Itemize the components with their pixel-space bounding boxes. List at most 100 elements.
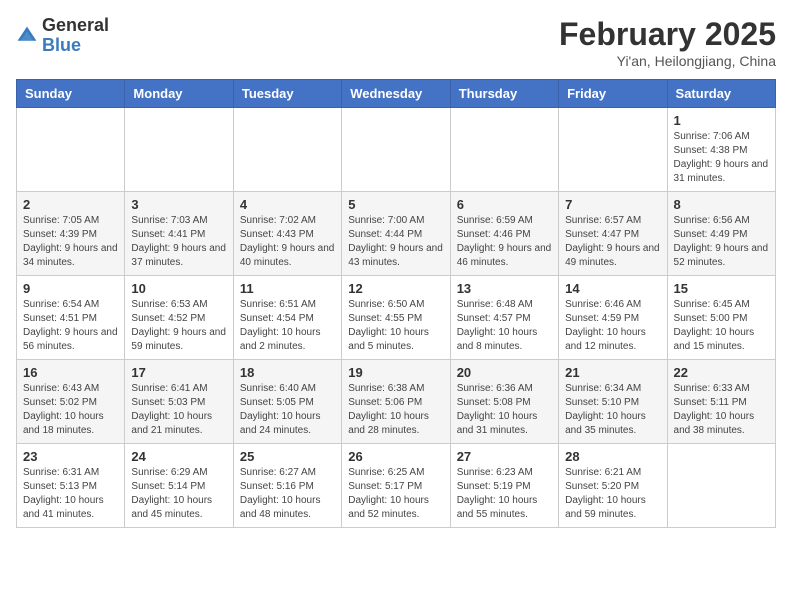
day-info: Sunrise: 6:53 AM Sunset: 4:52 PM Dayligh… bbox=[131, 298, 226, 354]
day-number: 12 bbox=[348, 281, 443, 296]
day-info: Sunrise: 7:02 AM Sunset: 4:43 PM Dayligh… bbox=[240, 214, 335, 270]
day-number: 16 bbox=[23, 365, 118, 380]
calendar-cell: 12 Sunrise: 6:50 AM Sunset: 4:55 PM Dayli… bbox=[342, 276, 450, 360]
day-info: Sunrise: 7:05 AM Sunset: 4:39 PM Dayligh… bbox=[23, 214, 118, 270]
calendar-cell bbox=[450, 108, 558, 192]
day-number: 18 bbox=[240, 365, 335, 380]
logo-general-text: General bbox=[42, 15, 109, 35]
logo: General Blue bbox=[16, 16, 109, 56]
day-number: 4 bbox=[240, 197, 335, 212]
day-info: Sunrise: 6:29 AM Sunset: 5:14 PM Dayligh… bbox=[131, 466, 226, 522]
day-number: 5 bbox=[348, 197, 443, 212]
day-info: Sunrise: 7:06 AM Sunset: 4:38 PM Dayligh… bbox=[674, 130, 769, 186]
day-number: 14 bbox=[565, 281, 660, 296]
calendar-cell: 24 Sunrise: 6:29 AM Sunset: 5:14 PM Dayli… bbox=[125, 444, 233, 528]
week-row-2: 2 Sunrise: 7:05 AM Sunset: 4:39 PM Daylig… bbox=[17, 192, 776, 276]
calendar-cell: 2 Sunrise: 7:05 AM Sunset: 4:39 PM Daylig… bbox=[17, 192, 125, 276]
day-info: Sunrise: 6:31 AM Sunset: 5:13 PM Dayligh… bbox=[23, 466, 118, 522]
day-info: Sunrise: 6:45 AM Sunset: 5:00 PM Dayligh… bbox=[674, 298, 769, 354]
day-number: 17 bbox=[131, 365, 226, 380]
week-row-1: 1 Sunrise: 7:06 AM Sunset: 4:38 PM Daylig… bbox=[17, 108, 776, 192]
day-number: 27 bbox=[457, 449, 552, 464]
day-info: Sunrise: 7:03 AM Sunset: 4:41 PM Dayligh… bbox=[131, 214, 226, 270]
day-info: Sunrise: 6:56 AM Sunset: 4:49 PM Dayligh… bbox=[674, 214, 769, 270]
weekday-header-wednesday: Wednesday bbox=[342, 80, 450, 108]
location-text: Yi'an, Heilongjiang, China bbox=[559, 53, 776, 69]
weekday-header-tuesday: Tuesday bbox=[233, 80, 341, 108]
day-info: Sunrise: 6:27 AM Sunset: 5:16 PM Dayligh… bbox=[240, 466, 335, 522]
month-title: February 2025 bbox=[559, 16, 776, 53]
page-header: General Blue February 2025 Yi'an, Heilon… bbox=[16, 16, 776, 69]
calendar-cell: 23Sunrise: 6:31 AM Sunset: 5:13 PM Dayli… bbox=[17, 444, 125, 528]
day-info: Sunrise: 6:41 AM Sunset: 5:03 PM Dayligh… bbox=[131, 382, 226, 438]
calendar-cell: 6 Sunrise: 6:59 AM Sunset: 4:46 PM Daylig… bbox=[450, 192, 558, 276]
calendar-cell: 20 Sunrise: 6:36 AM Sunset: 5:08 PM Dayli… bbox=[450, 360, 558, 444]
calendar-cell: 16 Sunrise: 6:43 AM Sunset: 5:02 PM Dayli… bbox=[17, 360, 125, 444]
calendar-cell: 10 Sunrise: 6:53 AM Sunset: 4:52 PM Dayli… bbox=[125, 276, 233, 360]
calendar-cell: 22 Sunrise: 6:33 AM Sunset: 5:11 PM Dayli… bbox=[667, 360, 775, 444]
day-number: 11 bbox=[240, 281, 335, 296]
day-number: 28 bbox=[565, 449, 660, 464]
day-info: Sunrise: 6:51 AM Sunset: 4:54 PM Dayligh… bbox=[240, 298, 335, 354]
day-info: Sunrise: 6:57 AM Sunset: 4:47 PM Dayligh… bbox=[565, 214, 660, 270]
day-number: 6 bbox=[457, 197, 552, 212]
weekday-header-row: SundayMondayTuesdayWednesdayThursdayFrid… bbox=[17, 80, 776, 108]
calendar-cell bbox=[559, 108, 667, 192]
calendar-cell: 7 Sunrise: 6:57 AM Sunset: 4:47 PM Daylig… bbox=[559, 192, 667, 276]
calendar-cell: 19 Sunrise: 6:38 AM Sunset: 5:06 PM Dayli… bbox=[342, 360, 450, 444]
day-number: 1 bbox=[674, 113, 769, 128]
day-number: 20 bbox=[457, 365, 552, 380]
weekday-header-saturday: Saturday bbox=[667, 80, 775, 108]
weekday-header-monday: Monday bbox=[125, 80, 233, 108]
calendar-cell: 26 Sunrise: 6:25 AM Sunset: 5:17 PM Dayli… bbox=[342, 444, 450, 528]
week-row-5: 23Sunrise: 6:31 AM Sunset: 5:13 PM Dayli… bbox=[17, 444, 776, 528]
calendar-header: SundayMondayTuesdayWednesdayThursdayFrid… bbox=[17, 80, 776, 108]
day-info: Sunrise: 6:36 AM Sunset: 5:08 PM Dayligh… bbox=[457, 382, 552, 438]
calendar-cell: 28 Sunrise: 6:21 AM Sunset: 5:20 PM Dayli… bbox=[559, 444, 667, 528]
day-number: 21 bbox=[565, 365, 660, 380]
day-info: Sunrise: 6:46 AM Sunset: 4:59 PM Dayligh… bbox=[565, 298, 660, 354]
day-number: 13 bbox=[457, 281, 552, 296]
day-info: Sunrise: 6:33 AM Sunset: 5:11 PM Dayligh… bbox=[674, 382, 769, 438]
weekday-header-friday: Friday bbox=[559, 80, 667, 108]
calendar-cell: 8 Sunrise: 6:56 AM Sunset: 4:49 PM Daylig… bbox=[667, 192, 775, 276]
weekday-header-sunday: Sunday bbox=[17, 80, 125, 108]
calendar-cell: 18 Sunrise: 6:40 AM Sunset: 5:05 PM Dayli… bbox=[233, 360, 341, 444]
day-info: Sunrise: 7:00 AM Sunset: 4:44 PM Dayligh… bbox=[348, 214, 443, 270]
calendar-cell: 9Sunrise: 6:54 AM Sunset: 4:51 PM Daylig… bbox=[17, 276, 125, 360]
weekday-header-thursday: Thursday bbox=[450, 80, 558, 108]
day-number: 2 bbox=[23, 197, 118, 212]
day-info: Sunrise: 6:25 AM Sunset: 5:17 PM Dayligh… bbox=[348, 466, 443, 522]
day-info: Sunrise: 6:50 AM Sunset: 4:55 PM Dayligh… bbox=[348, 298, 443, 354]
day-number: 19 bbox=[348, 365, 443, 380]
calendar-cell: 14 Sunrise: 6:46 AM Sunset: 4:59 PM Dayli… bbox=[559, 276, 667, 360]
calendar-cell bbox=[17, 108, 125, 192]
calendar-cell: 5 Sunrise: 7:00 AM Sunset: 4:44 PM Daylig… bbox=[342, 192, 450, 276]
day-info: Sunrise: 6:38 AM Sunset: 5:06 PM Dayligh… bbox=[348, 382, 443, 438]
calendar-cell: 11 Sunrise: 6:51 AM Sunset: 4:54 PM Dayli… bbox=[233, 276, 341, 360]
calendar-cell: 17 Sunrise: 6:41 AM Sunset: 5:03 PM Dayli… bbox=[125, 360, 233, 444]
logo-icon bbox=[16, 25, 38, 47]
calendar-cell: 1 Sunrise: 7:06 AM Sunset: 4:38 PM Daylig… bbox=[667, 108, 775, 192]
day-info: Sunrise: 6:40 AM Sunset: 5:05 PM Dayligh… bbox=[240, 382, 335, 438]
calendar-table: SundayMondayTuesdayWednesdayThursdayFrid… bbox=[16, 79, 776, 528]
calendar-cell: 4 Sunrise: 7:02 AM Sunset: 4:43 PM Daylig… bbox=[233, 192, 341, 276]
calendar-cell: 25Sunrise: 6:27 AM Sunset: 5:16 PM Dayli… bbox=[233, 444, 341, 528]
day-info: Sunrise: 6:43 AM Sunset: 5:02 PM Dayligh… bbox=[23, 382, 118, 438]
week-row-4: 16 Sunrise: 6:43 AM Sunset: 5:02 PM Dayli… bbox=[17, 360, 776, 444]
day-info: Sunrise: 6:48 AM Sunset: 4:57 PM Dayligh… bbox=[457, 298, 552, 354]
day-number: 24 bbox=[131, 449, 226, 464]
day-number: 7 bbox=[565, 197, 660, 212]
day-info: Sunrise: 6:21 AM Sunset: 5:20 PM Dayligh… bbox=[565, 466, 660, 522]
day-info: Sunrise: 6:23 AM Sunset: 5:19 PM Dayligh… bbox=[457, 466, 552, 522]
day-number: 26 bbox=[348, 449, 443, 464]
day-number: 9 bbox=[23, 281, 118, 296]
day-number: 22 bbox=[674, 365, 769, 380]
calendar-cell: 27 Sunrise: 6:23 AM Sunset: 5:19 PM Dayli… bbox=[450, 444, 558, 528]
day-number: 3 bbox=[131, 197, 226, 212]
day-number: 10 bbox=[131, 281, 226, 296]
calendar-cell bbox=[667, 444, 775, 528]
day-info: Sunrise: 6:59 AM Sunset: 4:46 PM Dayligh… bbox=[457, 214, 552, 270]
calendar-cell: 13 Sunrise: 6:48 AM Sunset: 4:57 PM Dayli… bbox=[450, 276, 558, 360]
day-number: 8 bbox=[674, 197, 769, 212]
